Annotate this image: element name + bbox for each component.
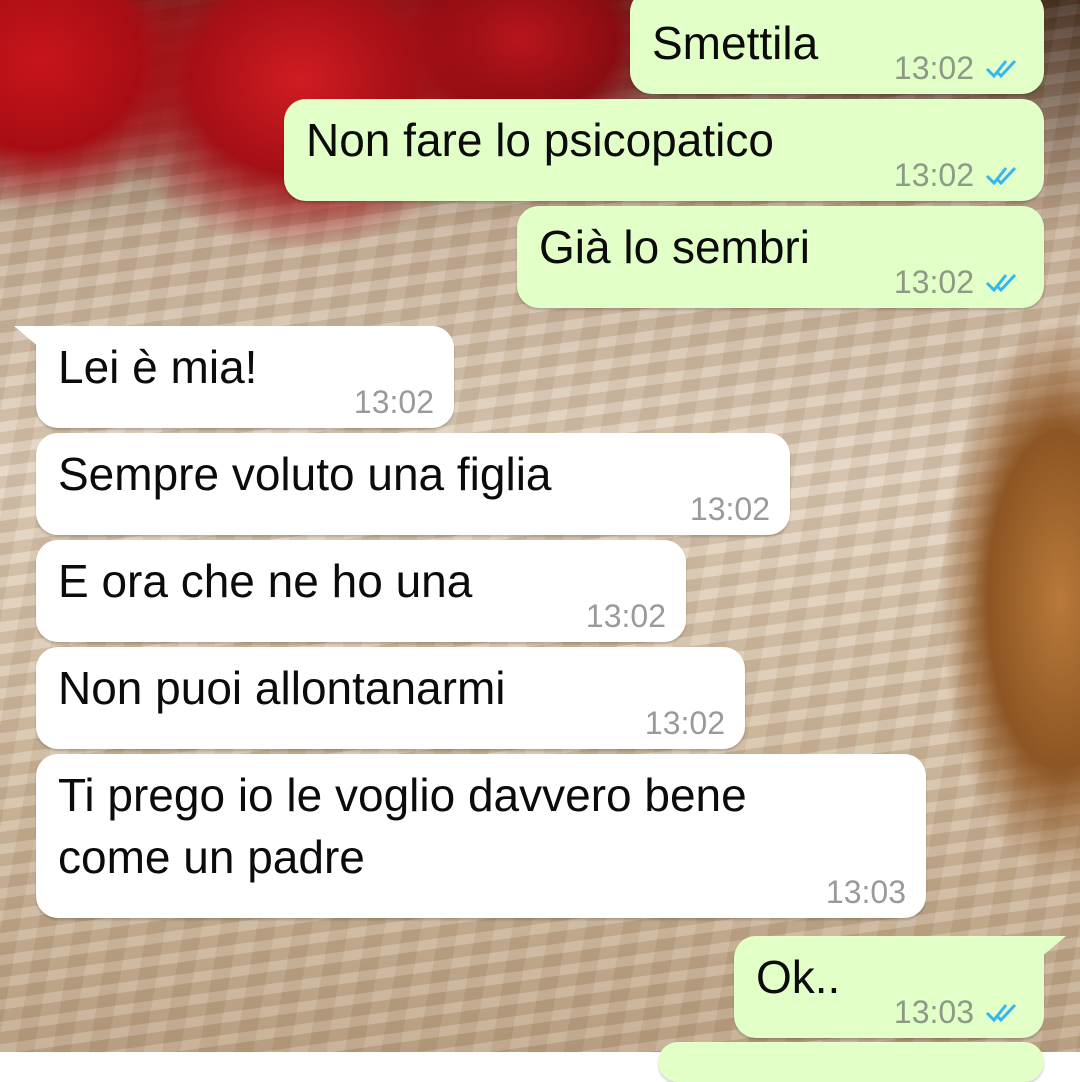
message-meta: 13:02 (894, 48, 1024, 88)
double-check-read-icon (985, 166, 1017, 186)
outgoing-message[interactable]: Già lo sembri 13:02 (517, 206, 1044, 308)
message-time: 13:02 (893, 157, 974, 193)
message-text: Già lo sembri (539, 221, 810, 273)
message-text: Lei è mia! (58, 341, 258, 393)
message-time: 13:02 (644, 705, 725, 741)
message-meta: 13:03 (826, 872, 906, 912)
message-time: 13:03 (893, 994, 974, 1030)
message-text: E ora che ne ho una (58, 555, 473, 607)
outgoing-message[interactable]: Smettila 13:02 (630, 0, 1044, 94)
message-time: 13:02 (585, 598, 666, 634)
double-check-read-icon (985, 273, 1017, 293)
message-meta: 13:02 (586, 596, 666, 636)
double-check-read-icon (985, 59, 1017, 79)
message-time: 13:02 (893, 264, 974, 300)
message-meta: 13:03 (894, 992, 1024, 1032)
outgoing-message-partial[interactable] (658, 1042, 1044, 1082)
incoming-message[interactable]: Sempre voluto una figlia 13:02 (36, 433, 790, 535)
message-text: Non puoi allontanarmi (58, 662, 506, 714)
message-text: Smettila (652, 17, 819, 69)
outgoing-message[interactable]: Non fare lo psicopatico 13:02 (284, 99, 1044, 201)
message-time: 13:02 (893, 50, 974, 86)
message-text: Ok.. (756, 951, 841, 1003)
message-meta: 13:02 (354, 382, 434, 422)
message-meta: 13:02 (894, 262, 1024, 302)
message-text: Sempre voluto una figlia (58, 448, 552, 500)
message-time: 13:03 (825, 874, 906, 910)
message-text: Non fare lo psicopatico (306, 114, 774, 166)
incoming-message[interactable]: Non puoi allontanarmi 13:02 (36, 647, 745, 749)
message-meta: 13:02 (894, 155, 1024, 195)
message-meta: 13:02 (645, 703, 725, 743)
message-time: 13:02 (689, 491, 770, 527)
message-text: Ti prego io le voglio davvero bene come … (58, 769, 747, 883)
incoming-message[interactable]: Ti prego io le voglio davvero bene come … (36, 754, 926, 918)
incoming-message[interactable]: Lei è mia! 13:02 (14, 326, 454, 428)
message-meta: 13:02 (690, 489, 770, 529)
outgoing-message[interactable]: Ok.. 13:03 (734, 936, 1066, 1038)
message-time: 13:02 (353, 384, 434, 420)
double-check-read-icon (985, 1003, 1017, 1023)
incoming-message[interactable]: E ora che ne ho una 13:02 (36, 540, 686, 642)
